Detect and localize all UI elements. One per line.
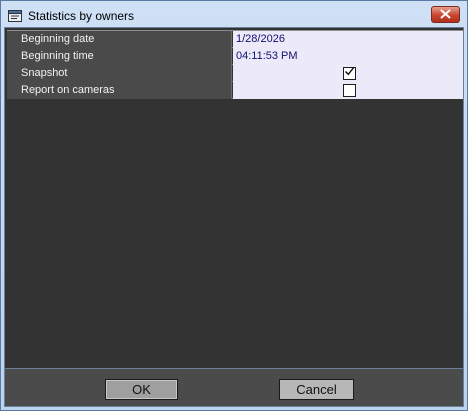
- property-row-beginning-date: Beginning date 1/28/2026: [7, 31, 463, 48]
- property-label: Snapshot: [7, 65, 232, 82]
- close-icon: [440, 6, 451, 24]
- beginning-date-field[interactable]: 1/28/2026: [233, 31, 463, 48]
- title-bar[interactable]: Statistics by owners: [1, 1, 467, 27]
- close-button[interactable]: [431, 6, 460, 23]
- property-value-cell: [233, 65, 463, 82]
- property-row-report-on-cameras: Report on cameras: [7, 82, 463, 99]
- button-bar: OK Cancel: [4, 368, 464, 407]
- ok-button[interactable]: OK: [105, 379, 178, 400]
- report-window-icon: [8, 9, 22, 22]
- window-title: Statistics by owners: [28, 9, 135, 23]
- snapshot-checkbox[interactable]: [343, 66, 356, 82]
- checkmark-icon: [344, 66, 355, 82]
- property-label: Beginning time: [7, 48, 232, 65]
- property-grid: Beginning date 1/28/2026 Beginning time …: [7, 30, 463, 99]
- property-value-cell: [233, 82, 463, 99]
- property-label: Beginning date: [7, 31, 232, 48]
- dialog-window: Statistics by owners Beginning date 1/28…: [0, 0, 468, 411]
- properties-panel: Beginning date 1/28/2026 Beginning time …: [4, 27, 464, 407]
- property-row-snapshot: Snapshot: [7, 65, 463, 82]
- report-on-cameras-checkbox[interactable]: [343, 84, 356, 97]
- property-label: Report on cameras: [7, 82, 232, 99]
- beginning-time-field[interactable]: 04:11:53 PM: [233, 48, 463, 65]
- property-row-beginning-time: Beginning time 04:11:53 PM: [7, 48, 463, 65]
- cancel-button[interactable]: Cancel: [279, 379, 354, 400]
